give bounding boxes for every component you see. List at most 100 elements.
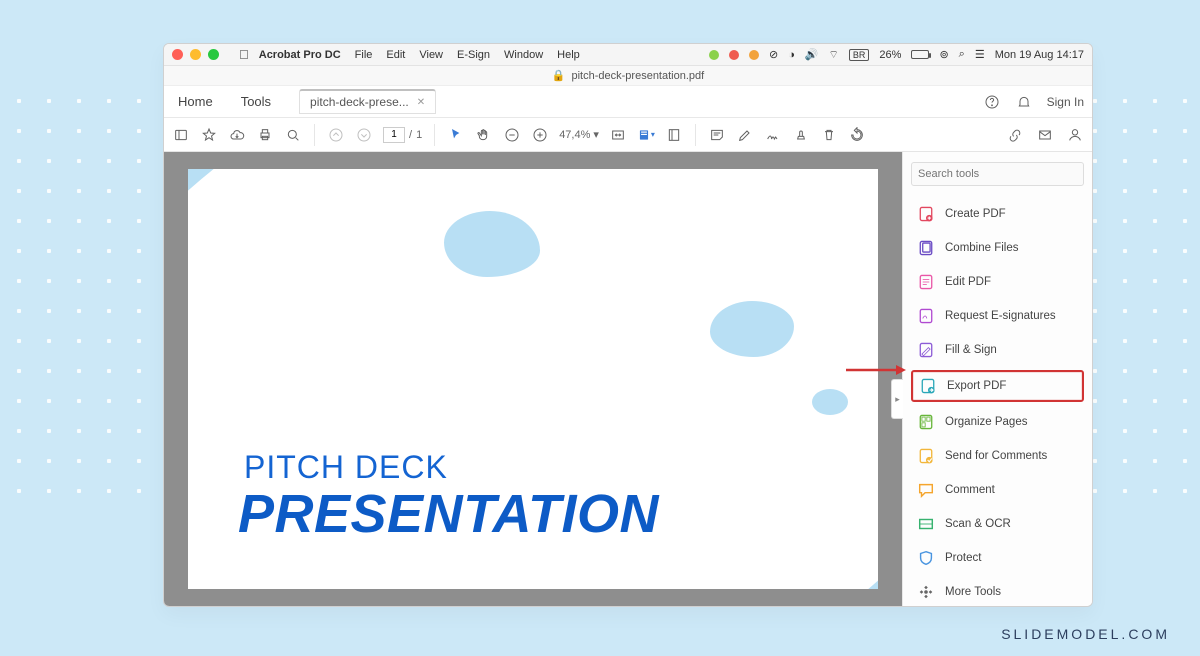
- nav-tools[interactable]: Tools: [235, 90, 277, 113]
- status-dot-green-icon[interactable]: [709, 50, 719, 60]
- status-dot-orange-icon[interactable]: [749, 50, 759, 60]
- menubar-status: ⊘ ◑ 🔊 ⌔ BR 26% ⊚ ⌕ ☰ Mon 19 Aug 14:17: [709, 48, 1084, 62]
- tool-label: Send for Comments: [945, 450, 1047, 462]
- highlight-icon[interactable]: [736, 126, 754, 144]
- fit-width-icon[interactable]: [609, 126, 627, 144]
- zoom-level[interactable]: 47,4%▾: [559, 128, 599, 141]
- tool-request-e-signatures[interactable]: Request E-signatures: [911, 302, 1084, 330]
- sign-in-link[interactable]: Sign In: [1047, 95, 1084, 109]
- tool-combine-files[interactable]: Combine Files: [911, 234, 1084, 262]
- tool-icon: [917, 515, 935, 533]
- sign-icon[interactable]: [764, 126, 782, 144]
- acrobat-window:  Acrobat Pro DC File Edit View E-Sign W…: [163, 43, 1093, 607]
- tool-organize-pages[interactable]: Organize Pages: [911, 408, 1084, 436]
- read-mode-icon[interactable]: [665, 126, 683, 144]
- tool-protect[interactable]: Protect: [911, 544, 1084, 572]
- account-icon[interactable]: [1066, 126, 1084, 144]
- page-down-icon[interactable]: [355, 126, 373, 144]
- menu-window[interactable]: Window: [504, 49, 543, 61]
- menu-edit[interactable]: Edit: [386, 49, 405, 61]
- status-dot-red-icon[interactable]: [729, 50, 739, 60]
- star-icon[interactable]: [200, 126, 218, 144]
- save-cloud-icon[interactable]: [228, 126, 246, 144]
- control-center-icon[interactable]: ☰: [975, 48, 985, 61]
- volume-icon[interactable]: 🔊: [805, 48, 819, 61]
- tool-list: Create PDF Combine Files Edit PDF Request E…: [911, 200, 1084, 606]
- bluetooth-icon[interactable]: ⌔: [829, 48, 839, 62]
- print-icon[interactable]: [256, 126, 274, 144]
- find-icon[interactable]: [284, 126, 302, 144]
- tool-icon: [917, 239, 935, 257]
- page-display-icon[interactable]: ▾: [637, 126, 655, 144]
- hand-tool-icon[interactable]: [475, 126, 493, 144]
- search-spotlight-icon[interactable]: ⌕: [959, 48, 965, 61]
- chevron-down-icon: ▾: [593, 128, 599, 141]
- nav-home[interactable]: Home: [172, 90, 219, 113]
- blob-shape: [812, 389, 848, 415]
- tool-more-tools[interactable]: More Tools: [911, 578, 1084, 606]
- document-canvas[interactable]: PITCH DECK PRESENTATION ▸: [164, 152, 902, 606]
- window-controls[interactable]: [172, 49, 219, 60]
- tool-create-pdf[interactable]: Create PDF: [911, 200, 1084, 228]
- zoom-out-icon[interactable]: [503, 126, 521, 144]
- tool-label: Export PDF: [947, 380, 1006, 392]
- tool-label: More Tools: [945, 586, 1001, 598]
- sticky-note-icon[interactable]: [708, 126, 726, 144]
- stamp-icon[interactable]: [792, 126, 810, 144]
- selection-tool-icon[interactable]: [447, 126, 465, 144]
- search-tools-input[interactable]: [911, 162, 1084, 186]
- lock-icon: 🔒: [552, 69, 566, 82]
- watermark: SLIDEMODEL.COM: [1001, 626, 1170, 642]
- tool-scan-ocr[interactable]: Scan & OCR: [911, 510, 1084, 538]
- display-icon[interactable]: ◑: [788, 49, 795, 61]
- tool-comment[interactable]: Comment: [911, 476, 1084, 504]
- clock[interactable]: Mon 19 Aug 14:17: [995, 49, 1084, 61]
- slide-title: PRESENTATION: [238, 483, 659, 545]
- apple-menu-icon[interactable]: : [239, 47, 249, 62]
- app-name[interactable]: Acrobat Pro DC: [259, 49, 341, 61]
- tool-icon: [917, 549, 935, 567]
- page-indicator: / 1: [383, 127, 422, 143]
- tool-label: Combine Files: [945, 242, 1019, 254]
- menu-help[interactable]: Help: [557, 49, 580, 61]
- tool-edit-pdf[interactable]: Edit PDF: [911, 268, 1084, 296]
- tool-label: Scan & OCR: [945, 518, 1011, 530]
- battery-icon[interactable]: [911, 50, 929, 59]
- maximize-window-icon[interactable]: [208, 49, 219, 60]
- menu-view[interactable]: View: [419, 49, 443, 61]
- tool-label: Request E-signatures: [945, 310, 1056, 322]
- tool-icon: [917, 413, 935, 431]
- tool-send-for-comments[interactable]: Send for Comments: [911, 442, 1084, 470]
- tool-icon: [917, 307, 935, 325]
- tool-icon: [917, 341, 935, 359]
- do-not-disturb-icon[interactable]: ⊘: [769, 48, 778, 61]
- email-icon[interactable]: [1036, 126, 1054, 144]
- rotate-icon[interactable]: [848, 126, 866, 144]
- tool-label: Create PDF: [945, 208, 1006, 220]
- document-tab[interactable]: pitch-deck-prese... ✕: [299, 89, 436, 114]
- menu-esign[interactable]: E-Sign: [457, 49, 490, 61]
- notifications-icon[interactable]: [1015, 93, 1033, 111]
- tool-label: Organize Pages: [945, 416, 1027, 428]
- zoom-in-icon[interactable]: [531, 126, 549, 144]
- sidebar-toggle-icon[interactable]: [172, 126, 190, 144]
- menu-file[interactable]: File: [355, 49, 373, 61]
- tool-icon: [917, 205, 935, 223]
- tool-fill-sign[interactable]: Fill & Sign: [911, 336, 1084, 364]
- minimize-window-icon[interactable]: [190, 49, 201, 60]
- tab-close-icon[interactable]: ✕: [417, 97, 425, 108]
- tool-icon: [919, 377, 937, 395]
- mac-menubar:  Acrobat Pro DC File Edit View E-Sign W…: [164, 44, 1092, 66]
- share-link-icon[interactable]: [1006, 126, 1024, 144]
- help-icon[interactable]: [983, 93, 1001, 111]
- close-window-icon[interactable]: [172, 49, 183, 60]
- input-lang[interactable]: BR: [849, 49, 870, 61]
- delete-icon[interactable]: [820, 126, 838, 144]
- tool-icon: [917, 273, 935, 291]
- page-up-icon[interactable]: [327, 126, 345, 144]
- tool-icon: [917, 447, 935, 465]
- page-current-input[interactable]: [383, 127, 405, 143]
- tool-export-pdf[interactable]: Export PDF: [911, 370, 1084, 402]
- wifi-icon[interactable]: ⊚: [939, 48, 948, 61]
- panel-collapse-icon[interactable]: ▸: [891, 379, 903, 419]
